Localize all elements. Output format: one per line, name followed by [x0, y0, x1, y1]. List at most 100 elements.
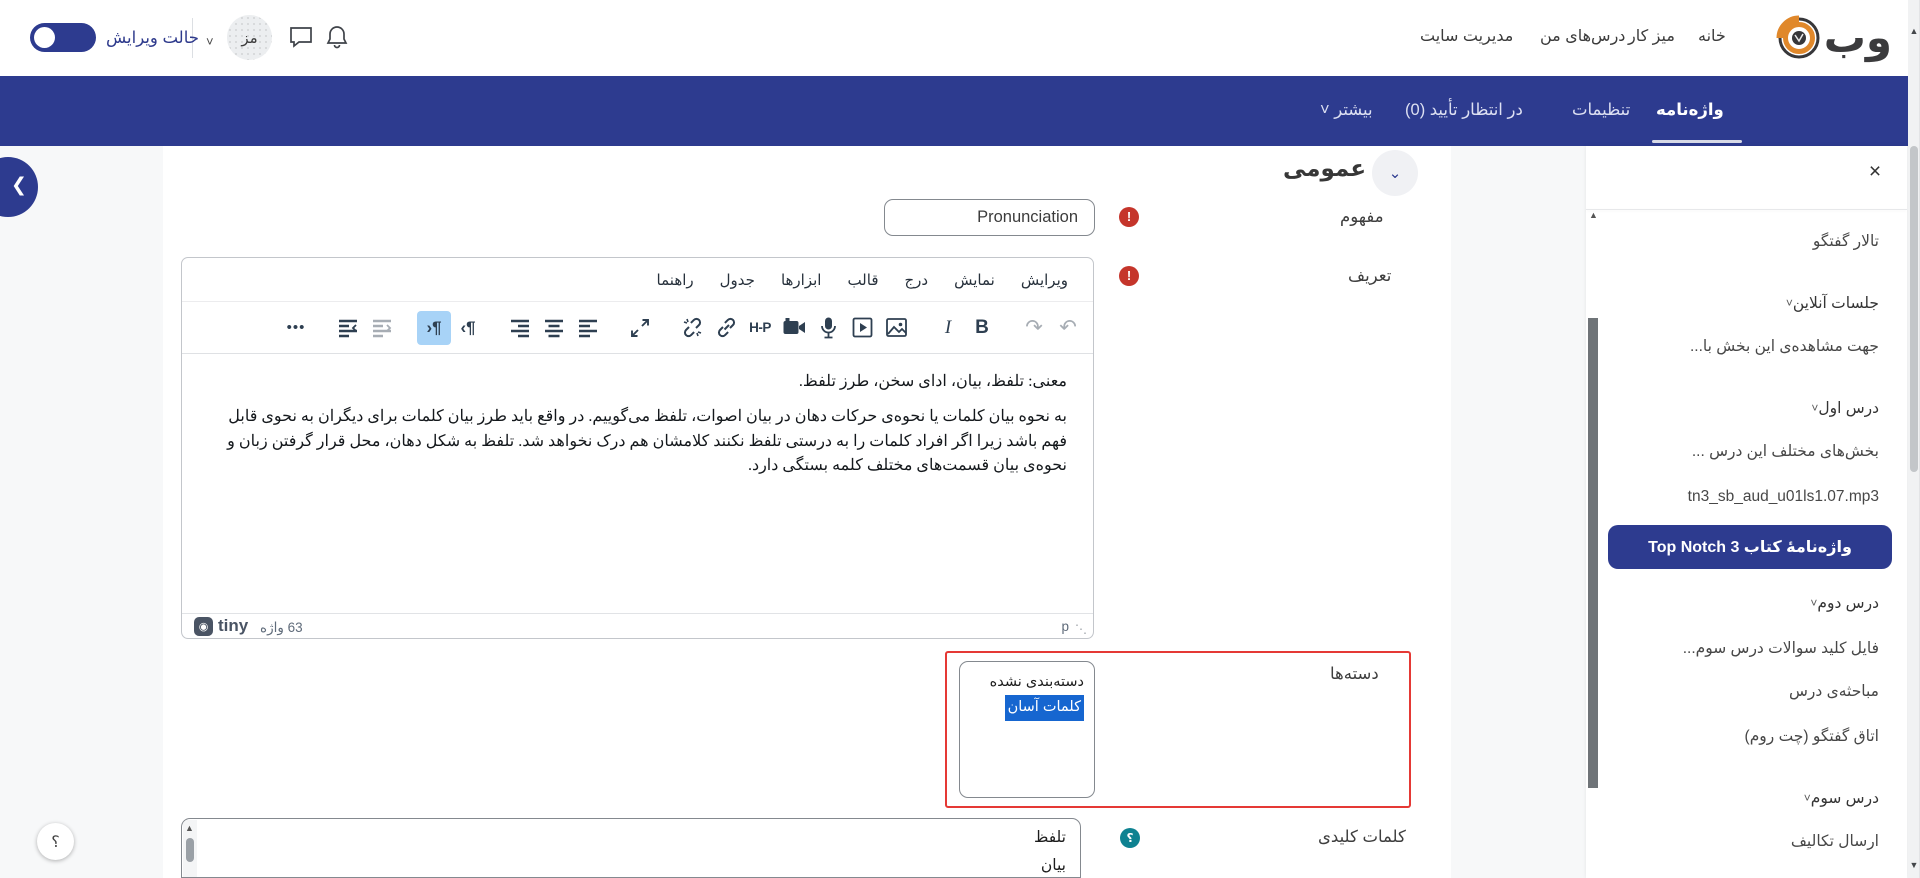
edit-mode-label: حالت ویرایش: [106, 28, 199, 48]
menu-tools[interactable]: ابزارها: [768, 265, 835, 295]
question-mark-icon: ؟: [51, 832, 60, 852]
tab-glossary[interactable]: واژه‌نامه: [1656, 100, 1724, 120]
index-item-forum[interactable]: تالار گفتگو: [1813, 232, 1879, 251]
course-index-drawer: × ▲ تالار گفتگو جلسات آنلاین˅ جهت مشاهده…: [1586, 146, 1907, 878]
insert-link-icon[interactable]: [709, 311, 743, 345]
help-icon[interactable]: ؟: [1120, 828, 1140, 848]
scroll-up-icon[interactable]: ▲: [185, 823, 194, 833]
menu-view[interactable]: نمایش: [941, 265, 1008, 295]
align-right-icon[interactable]: [503, 311, 537, 345]
sidebar-scrollbar-thumb[interactable]: [1588, 318, 1598, 788]
h5p-icon[interactable]: H-P: [743, 311, 777, 345]
resize-grip-icon[interactable]: ⋰: [1075, 622, 1087, 636]
index-item-answer-key[interactable]: فایل کلید سوالات درس سوم...: [1683, 639, 1879, 658]
chevron-down-icon: ˅: [1786, 296, 1793, 310]
unlink-icon[interactable]: [675, 311, 709, 345]
user-menu-caret-icon[interactable]: ˅: [206, 34, 214, 49]
keywords-label: کلمات کلیدی: [1318, 827, 1406, 847]
active-tab-underline: [1652, 140, 1742, 143]
index-section-online-sessions[interactable]: جلسات آنلاین˅: [1777, 294, 1879, 313]
tinymce-brand-text: tiny: [218, 616, 248, 636]
undo-icon[interactable]: ↶: [1051, 311, 1085, 345]
nav-my-courses[interactable]: درس‌های من: [1540, 26, 1625, 46]
italic-icon[interactable]: I: [931, 311, 965, 345]
align-center-icon[interactable]: [537, 311, 571, 345]
close-drawer-button[interactable]: ×: [1862, 160, 1888, 184]
redo-icon[interactable]: ↷: [1017, 311, 1051, 345]
nav-home[interactable]: خانه: [1698, 26, 1726, 46]
categories-listbox[interactable]: دسته‌بندی نشده کلمات آسان: [959, 661, 1095, 798]
site-logo[interactable]: وب: [1782, 8, 1892, 68]
menu-insert[interactable]: درج: [892, 265, 942, 295]
definition-content[interactable]: معنی: تلفظ، بیان، ادای سخن، طرز تلفظ. به…: [182, 354, 1093, 614]
scroll-down-icon[interactable]: ▼: [1909, 860, 1919, 870]
tab-settings[interactable]: تنظیمات: [1572, 100, 1630, 120]
edit-mode-toggle[interactable]: [30, 23, 96, 52]
index-item-lesson-discussion[interactable]: مباحثه‌ی درس: [1789, 682, 1879, 701]
index-item-glossary-active[interactable]: واژه‌نامهٔ کتاب Top Notch 3: [1608, 525, 1892, 569]
chevron-down-icon: ⌄: [1389, 164, 1402, 182]
user-avatar[interactable]: مز: [227, 15, 272, 60]
course-navbar: واژه‌نامه تنظیمات در انتظار تأیید (0) بی…: [0, 76, 1920, 146]
fullscreen-icon[interactable]: [623, 311, 657, 345]
index-item-submit-assignments[interactable]: ارسال تکالیف: [1791, 832, 1879, 851]
required-icon: !: [1119, 266, 1139, 286]
insert-media-icon[interactable]: [845, 311, 879, 345]
editor-menubar: ویرایش نمایش درج قالب ابزارها جدول راهنم…: [182, 258, 1093, 302]
record-video-icon[interactable]: [777, 311, 811, 345]
textarea-scrollbar[interactable]: ▲: [183, 820, 197, 878]
editor-toolbar: ↶ ↷ B I: [182, 302, 1093, 354]
concept-label: مفهوم: [1340, 207, 1384, 227]
indent-icon[interactable]: [365, 311, 399, 345]
sidebar-scroll-up-icon[interactable]: ▲: [1589, 210, 1598, 220]
scrollbar-thumb[interactable]: [186, 838, 194, 862]
messages-bubble-icon[interactable]: [288, 24, 314, 50]
chevron-down-icon: ˅: [1804, 791, 1811, 805]
align-left-icon[interactable]: [571, 311, 605, 345]
keywords-textarea[interactable]: تلفظ بیان ▲: [181, 818, 1081, 878]
outdent-icon[interactable]: [331, 311, 365, 345]
help-fab-button[interactable]: ؟: [37, 823, 74, 860]
category-option[interactable]: دسته‌بندی نشده: [970, 670, 1084, 695]
category-option-selected[interactable]: کلمات آسان: [1005, 695, 1084, 720]
page-scrollbar-thumb[interactable]: [1910, 146, 1918, 472]
tinymce-logo-icon: ◉: [194, 617, 213, 636]
nav-site-admin[interactable]: مدیریت سایت: [1420, 26, 1513, 46]
notifications-bell-icon[interactable]: [325, 24, 349, 50]
bold-icon[interactable]: B: [965, 311, 999, 345]
menu-format[interactable]: قالب: [834, 265, 891, 295]
definition-paragraph: معنی: تلفظ، بیان، ادای سخن، طرز تلفظ.: [208, 370, 1067, 395]
index-item-lesson-parts[interactable]: بخش‌های مختلف این درس ...: [1692, 442, 1879, 461]
site-logo-text: وب: [1824, 17, 1892, 59]
insert-image-icon[interactable]: [879, 311, 913, 345]
concept-input[interactable]: [884, 199, 1095, 236]
rtl-direction-icon[interactable]: ¶‹: [417, 311, 451, 345]
keyword-line: بیان: [1034, 852, 1066, 878]
menu-edit[interactable]: ویرایش: [1008, 265, 1081, 295]
index-section-lesson-1[interactable]: درس اول˅: [1802, 399, 1879, 418]
word-count: 63 واژه: [260, 620, 303, 636]
nav-dashboard[interactable]: میز کار: [1628, 26, 1675, 46]
categories-label: دسته‌ها: [1330, 664, 1379, 684]
section-title-general: عمومی: [1283, 155, 1366, 182]
definition-editor: ویرایش نمایش درج قالب ابزارها جدول راهنم…: [181, 257, 1094, 639]
avatar-initials: مز: [241, 29, 257, 47]
tab-pending-approval[interactable]: در انتظار تأیید (0): [1405, 100, 1523, 120]
top-app-bar: وب خانه میز کار درس‌های من مدیریت سایت م…: [0, 0, 1920, 76]
more-toolbar-icon[interactable]: •••: [279, 311, 313, 345]
element-path[interactable]: p: [1061, 619, 1069, 634]
index-item-chat-room[interactable]: اتاق گفتگو (چت روم): [1745, 727, 1879, 746]
index-section-lesson-2[interactable]: درس دوم˅: [1801, 594, 1879, 613]
index-item-view-section[interactable]: جهت مشاهده‌ی این بخش با...: [1690, 337, 1879, 356]
scroll-up-icon[interactable]: ▲: [1909, 26, 1919, 36]
record-audio-mic-icon[interactable]: [811, 311, 845, 345]
tinymce-brand[interactable]: ◉ tiny: [194, 616, 248, 636]
collapse-section-button[interactable]: ⌄: [1372, 150, 1418, 196]
open-drawer-button[interactable]: ❯: [0, 157, 38, 217]
tab-more[interactable]: بیشتر ˅: [1320, 100, 1373, 120]
index-item-audio-file[interactable]: tn3_sb_aud_u01ls1.07.mp3: [1688, 488, 1879, 506]
menu-help[interactable]: راهنما: [644, 265, 707, 295]
ltr-direction-icon[interactable]: ¶›: [451, 311, 485, 345]
index-section-lesson-3[interactable]: درس سوم˅: [1795, 789, 1879, 808]
menu-table[interactable]: جدول: [707, 265, 768, 295]
